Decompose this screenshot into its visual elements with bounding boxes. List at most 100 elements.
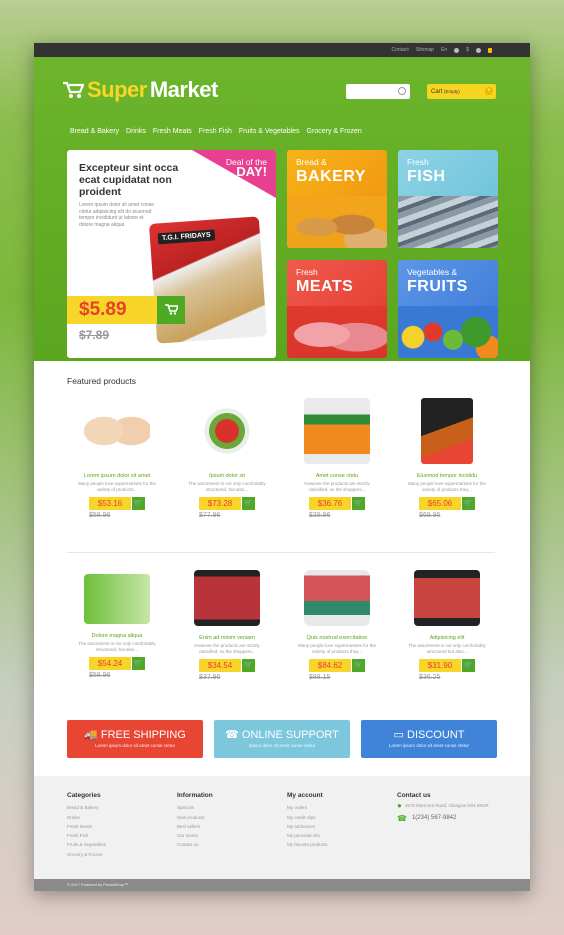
product-price: $34.54 <box>199 659 241 672</box>
add-to-cart-button[interactable]: 🛒 <box>132 497 145 510</box>
product-image-carrots[interactable] <box>304 398 370 464</box>
product-card[interactable]: Enim ad minim veniam However the product… <box>177 566 277 681</box>
product-price: $53.16 <box>89 497 131 510</box>
divider <box>67 552 495 553</box>
category-tile-fish[interactable]: Fresh FISH <box>398 150 498 248</box>
product-image-meat-tray[interactable] <box>194 570 260 626</box>
product-image-noodle-box[interactable] <box>421 398 473 464</box>
product-name[interactable]: Ipsum dolor sit <box>177 473 277 479</box>
footer-link[interactable]: New products <box>177 813 213 822</box>
add-to-cart-button[interactable]: 🛒 <box>242 497 255 510</box>
footer-link[interactable]: Fresh Meats <box>67 822 106 831</box>
logo-text-market: Market <box>149 77 218 102</box>
nav-item-drinks[interactable]: Drinks <box>126 128 146 135</box>
add-to-cart-button[interactable]: 🛒 <box>462 497 475 510</box>
add-to-cart-button[interactable]: 🛒 <box>132 657 145 670</box>
cart-button[interactable]: Cart (Empty) + <box>427 84 496 99</box>
nav-item-fruits-vegetables[interactable]: Fruits & Vegetables <box>239 128 300 135</box>
product-name[interactable]: Adipisicing elit <box>397 635 497 641</box>
online-support-banner[interactable]: ☎ ONLINE SUPPORT Ipsum dolor sit amet co… <box>214 720 350 758</box>
logo[interactable]: Super Market <box>62 77 218 103</box>
deal-product-image[interactable]: T.G.I. FRIDAYS <box>148 216 268 344</box>
footer-link[interactable]: My favorite products <box>287 840 328 849</box>
footer-link[interactable]: My credit slips <box>287 813 328 822</box>
footer-link[interactable]: Fruits & Vegetables <box>67 840 106 849</box>
search-input[interactable] <box>346 84 410 99</box>
footer-link[interactable]: Grocery & Frozen <box>67 850 106 859</box>
footer-categories: Categories Bread & Bakery Drinks Fresh M… <box>67 791 106 859</box>
footer-link[interactable]: Our stores <box>177 831 213 840</box>
product-image-snack-pack[interactable] <box>84 574 150 624</box>
product-price: $73.28 <box>199 497 241 510</box>
deal-title[interactable]: Excepteur sint occa ecat cupidatat non p… <box>79 162 197 198</box>
cart-status: (Empty) <box>444 89 460 94</box>
category-tile-bakery[interactable]: Bread & BAKERY <box>287 150 387 248</box>
category-tile-fruits[interactable]: Vegetables & FRUITS <box>398 260 498 358</box>
product-name[interactable]: Eiusmod tempor incididu <box>397 473 497 479</box>
product-name[interactable]: Amet conse ctetu <box>287 473 387 479</box>
footer-link[interactable]: Best sellers <box>177 822 213 831</box>
add-to-cart-button[interactable]: 🛒 <box>352 497 365 510</box>
footer-link[interactable]: My personal info <box>287 831 328 840</box>
product-old-price: $88.15 <box>309 674 331 681</box>
deal-product-label: T.G.I. FRIDAYS <box>157 229 216 245</box>
product-image-salad[interactable] <box>194 398 260 464</box>
product-description: The assortment is not only comfortably s… <box>78 641 156 652</box>
product-name[interactable]: Quis nostrud exercitation <box>287 635 387 641</box>
location-pin-icon: ● <box>397 801 402 811</box>
discount-banner[interactable]: ▭ DISCOUNT Lorem ipsum dolor sit amet co… <box>361 720 497 758</box>
product-card[interactable]: Amet conse ctetu However the products ar… <box>287 398 387 519</box>
footer-link[interactable]: My addresses <box>287 822 328 831</box>
product-name[interactable]: Enim ad minim veniam <box>177 635 277 641</box>
product-price: $36.76 <box>309 497 351 510</box>
topbar-sitemap-link[interactable]: Sitemap <box>416 47 434 53</box>
lock-icon[interactable] <box>488 47 492 53</box>
deal-of-the-day-card[interactable]: Deal of the DAY! Excepteur sint occa eca… <box>67 150 276 358</box>
add-to-cart-button[interactable]: 🛒 <box>462 659 475 672</box>
add-to-cart-button[interactable]: 🛒 <box>242 659 255 672</box>
deal-add-to-cart-button[interactable] <box>157 296 185 324</box>
meat-image <box>287 306 387 358</box>
nav-item-grocery-frozen[interactable]: Grocery & Frozen <box>307 128 362 135</box>
credit-card-icon: ▭ <box>393 729 404 741</box>
nav-item-bread-bakery[interactable]: Bread & Bakery <box>70 128 119 135</box>
product-card[interactable]: Ipsum dolor sit The assortment is not on… <box>177 398 277 519</box>
main-nav: Bread & Bakery Drinks Fresh Meats Fresh … <box>70 128 362 135</box>
footer-link[interactable]: Specials <box>177 803 213 812</box>
footer-link[interactable]: Drinks <box>67 813 106 822</box>
footer-link[interactable]: Fresh Fish <box>67 831 106 840</box>
product-card[interactable]: Lorem ipsum dolor sit amet Many people l… <box>67 398 167 519</box>
search-icon[interactable] <box>398 87 406 95</box>
product-name[interactable]: Dolore magna aliqua <box>67 633 167 639</box>
product-image-beef-fillets[interactable] <box>414 570 480 626</box>
footer-phone[interactable]: 1(234) 567-9842 <box>412 814 456 823</box>
footer-link[interactable]: Contact us <box>177 840 213 849</box>
footer-link[interactable]: My orders <box>287 803 328 812</box>
product-description: Many people love supermarkets for the va… <box>408 481 486 492</box>
nav-item-fresh-meats[interactable]: Fresh Meats <box>153 128 192 135</box>
currency-selector[interactable]: $ <box>466 47 469 53</box>
language-selector[interactable]: En <box>441 47 447 53</box>
product-name[interactable]: Lorem ipsum dolor sit amet <box>67 473 167 479</box>
tile-line2: FRUITS <box>407 278 468 295</box>
product-card[interactable]: Quis nostrud exercitation Many people lo… <box>287 566 387 681</box>
cart-dropdown-icon[interactable]: + <box>485 87 493 95</box>
language-dropdown-icon[interactable] <box>454 47 460 53</box>
category-tile-meats[interactable]: Fresh MEATS <box>287 260 387 358</box>
phone-icon: ☎ <box>225 729 239 741</box>
product-image-steak-pack[interactable] <box>304 570 370 626</box>
product-card[interactable]: Adipisicing elit The assortment is not o… <box>397 566 497 681</box>
product-card[interactable]: Eiusmod tempor incididu Many people love… <box>397 398 497 519</box>
phone-icon: ☎ <box>397 814 407 824</box>
tile-line1: Bread & <box>296 157 327 167</box>
user-icon[interactable] <box>476 47 481 53</box>
nav-item-fresh-fish[interactable]: Fresh Fish <box>199 128 232 135</box>
free-shipping-banner[interactable]: 🚚 FREE SHIPPING Lorem ipsum dolor sit am… <box>67 720 203 758</box>
footer-link[interactable]: Bread & Bakery <box>67 803 106 812</box>
bread-image <box>287 196 387 248</box>
product-card[interactable]: Dolore magna aliqua The assortment is no… <box>67 566 167 679</box>
add-to-cart-button[interactable]: 🛒 <box>352 659 365 672</box>
product-image-chicken[interactable] <box>84 398 150 464</box>
topbar-contact-link[interactable]: Contact <box>392 47 409 53</box>
footer-heading: Information <box>177 792 213 799</box>
